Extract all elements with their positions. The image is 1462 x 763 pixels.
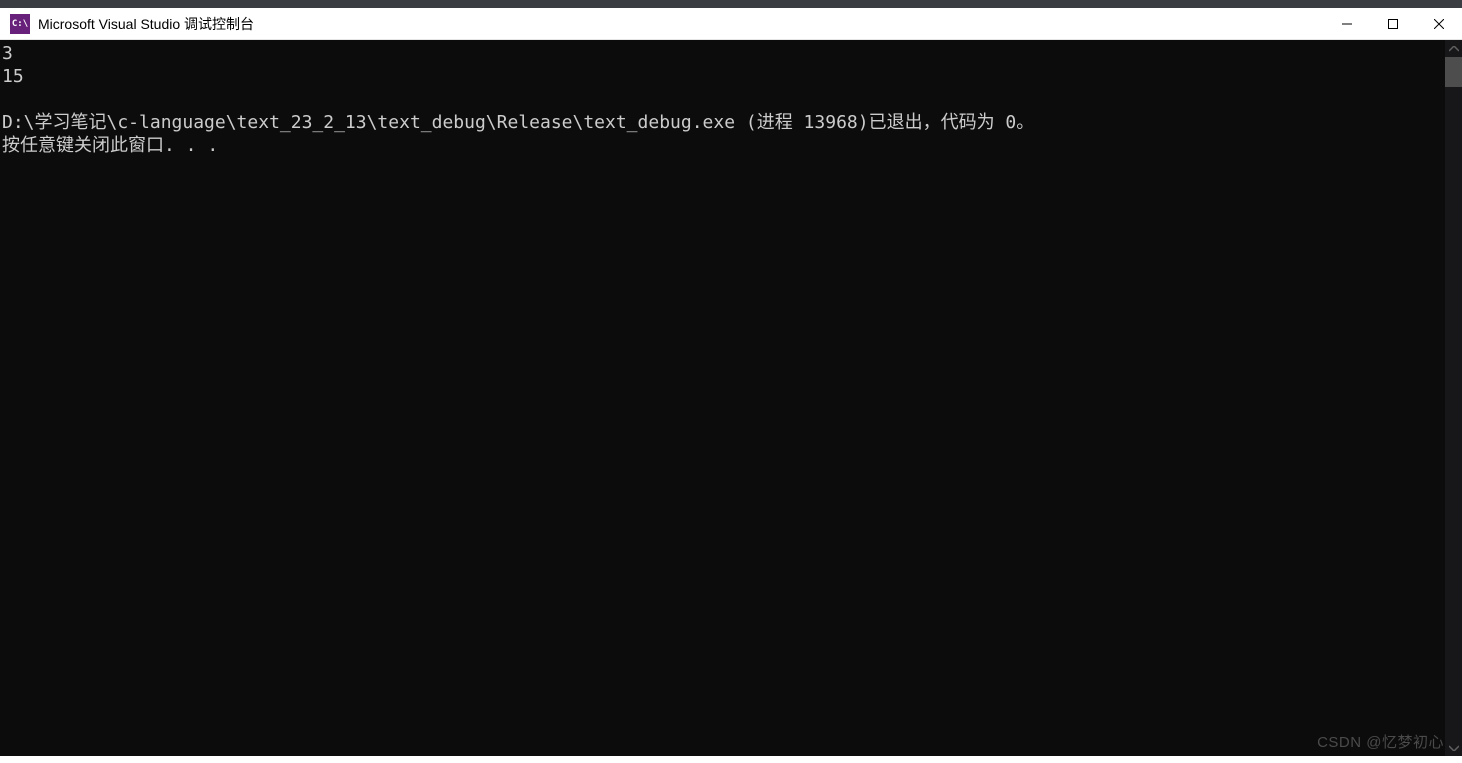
scroll-up-button[interactable] (1445, 40, 1462, 57)
app-icon: C:\ (10, 14, 30, 34)
window-title: Microsoft Visual Studio 调试控制台 (38, 14, 254, 34)
window-controls (1324, 8, 1462, 40)
minimize-button[interactable] (1324, 8, 1370, 40)
close-icon (1434, 19, 1444, 29)
minimize-icon (1342, 19, 1352, 29)
close-button[interactable] (1416, 8, 1462, 40)
top-strip (0, 0, 1462, 8)
maximize-button[interactable] (1370, 8, 1416, 40)
maximize-icon (1388, 19, 1398, 29)
console-output: 3 15 D:\学习笔记\c-language\text_23_2_13\tex… (2, 42, 1444, 157)
watermark-text: CSDN @忆梦初心 (1317, 731, 1444, 752)
chevron-down-icon (1449, 745, 1459, 751)
vertical-scrollbar[interactable] (1445, 40, 1462, 756)
title-bar[interactable]: C:\ Microsoft Visual Studio 调试控制台 (0, 8, 1462, 40)
chevron-up-icon (1449, 46, 1459, 52)
scroll-thumb[interactable] (1445, 57, 1462, 87)
console-area[interactable]: 3 15 D:\学习笔记\c-language\text_23_2_13\tex… (0, 40, 1462, 756)
scroll-down-button[interactable] (1445, 739, 1462, 756)
